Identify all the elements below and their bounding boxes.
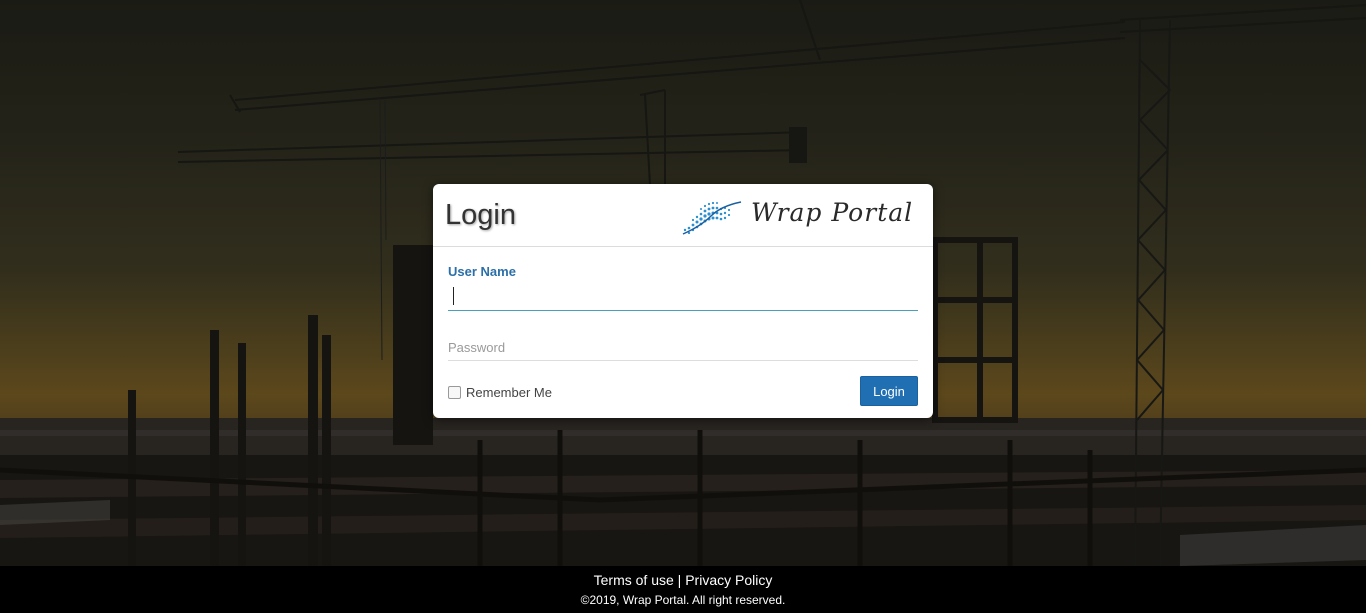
footer-separator: |	[677, 572, 682, 588]
copyright-text: ©2019, Wrap Portal. All right reserved.	[580, 593, 786, 607]
login-panel: Login Wrap Portal User Name Remember Me …	[433, 184, 933, 418]
remember-me-option[interactable]: Remember Me	[448, 385, 552, 400]
login-panel-header: Login Wrap Portal	[433, 184, 933, 247]
brand-logo: Wrap Portal	[681, 196, 923, 236]
wave-grid-logo-icon	[682, 201, 742, 235]
privacy-policy-link[interactable]: Privacy Policy	[685, 572, 772, 588]
login-button[interactable]: Login	[860, 376, 918, 406]
footer-links: Terms of use | Privacy Policy	[0, 572, 1366, 588]
username-input[interactable]	[448, 282, 918, 311]
footer: Terms of use | Privacy Policy ©2019, Wra…	[0, 566, 1366, 613]
remember-me-checkbox[interactable]	[448, 386, 461, 399]
password-input[interactable]	[448, 334, 918, 361]
brand-name: Wrap Portal	[751, 198, 914, 227]
text-cursor	[453, 287, 454, 305]
remember-me-label: Remember Me	[466, 385, 552, 400]
login-title: Login	[445, 199, 516, 231]
username-label: User Name	[448, 264, 516, 279]
terms-of-use-link[interactable]: Terms of use	[594, 572, 674, 588]
